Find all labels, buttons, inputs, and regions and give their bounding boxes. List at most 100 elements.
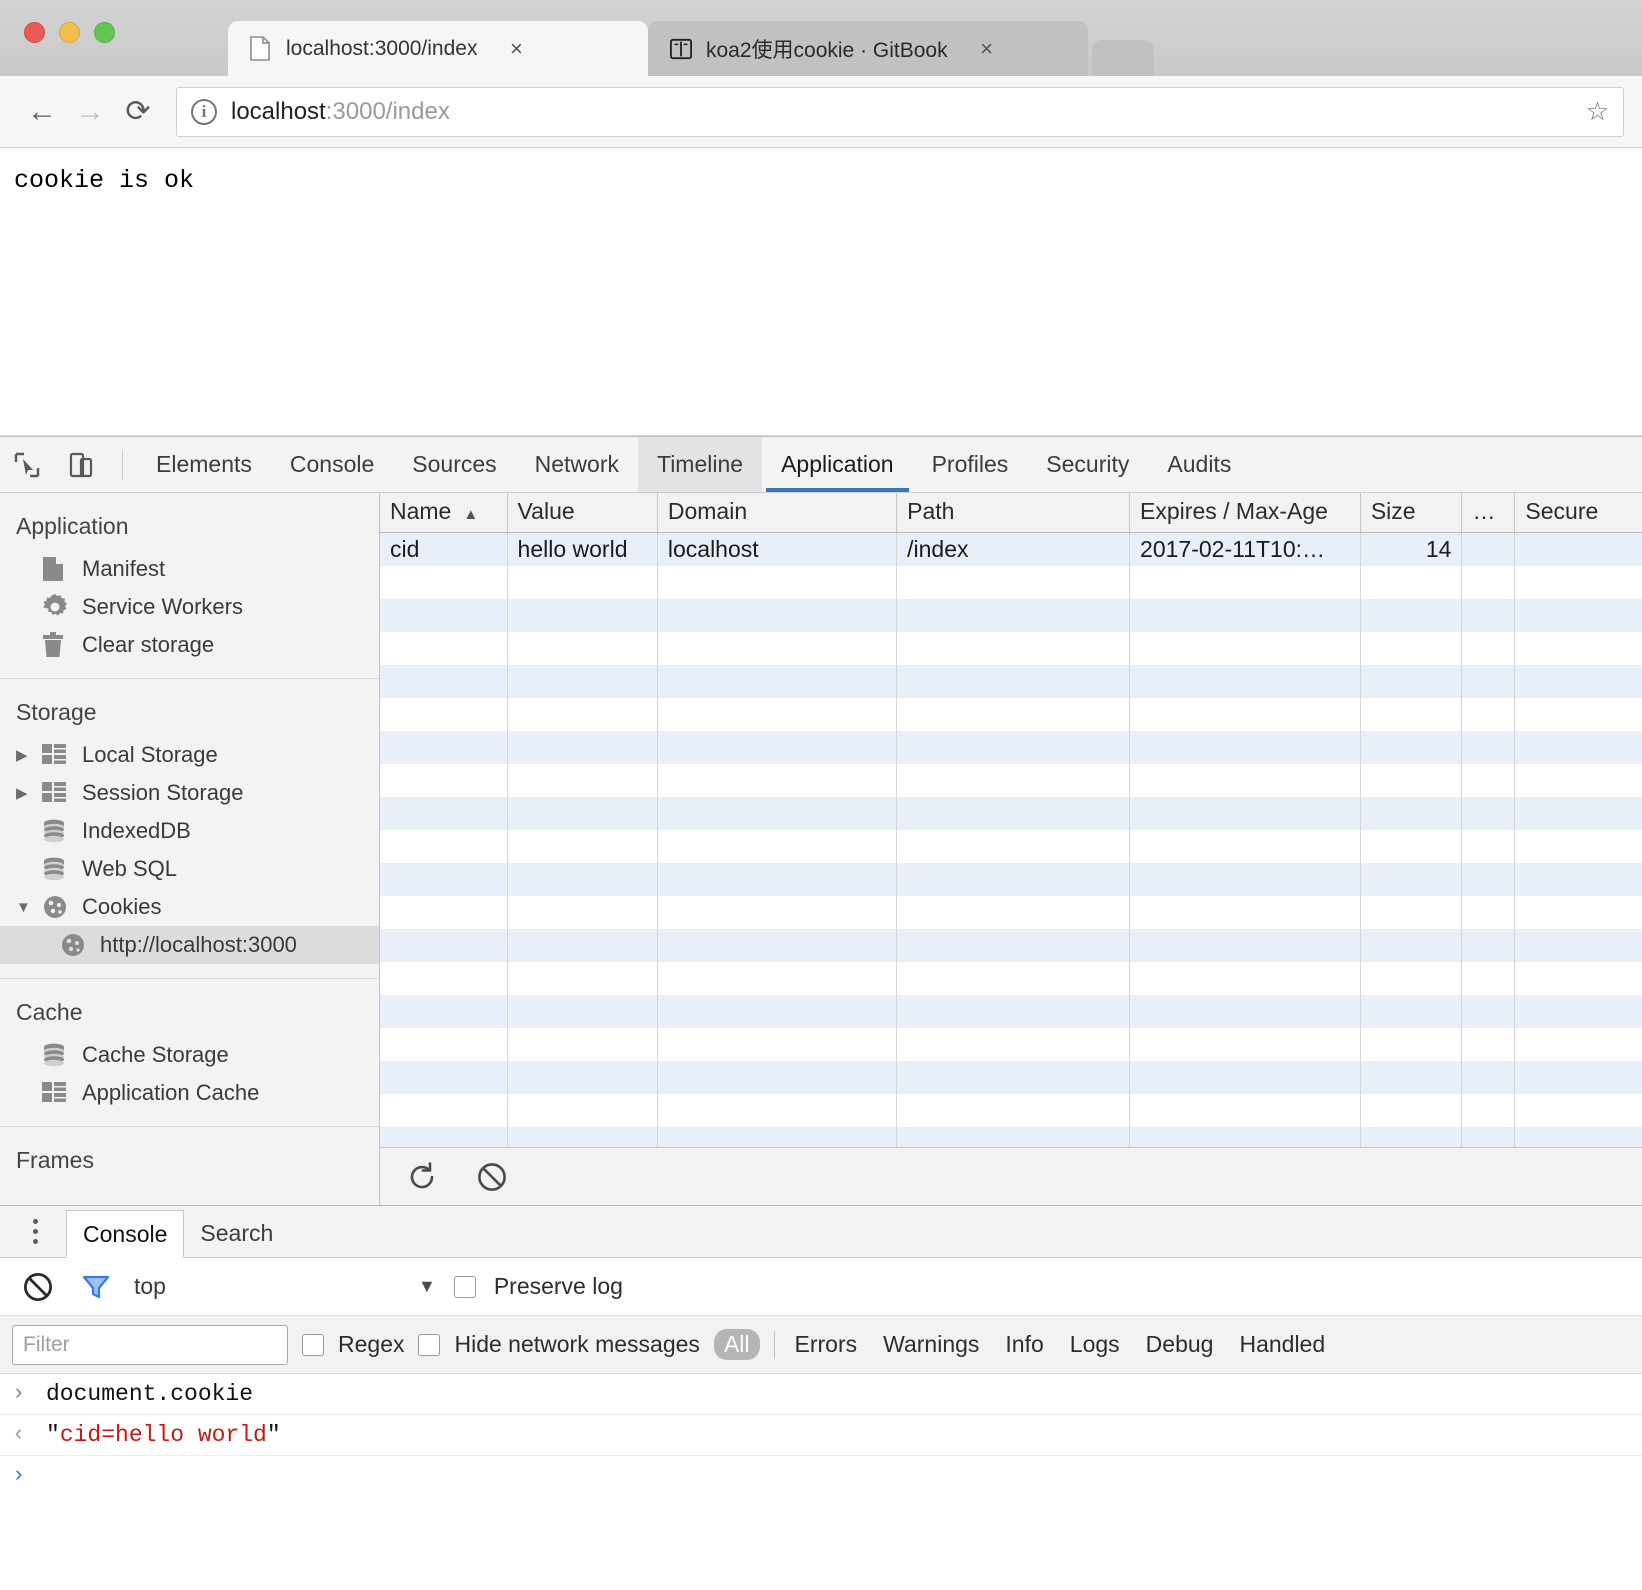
table-row-empty[interactable]	[380, 797, 1642, 830]
column-header-overflow[interactable]: …	[1461, 493, 1516, 533]
devtools-tab-network[interactable]: Network	[516, 437, 638, 492]
filter-icon[interactable]	[76, 1267, 116, 1307]
cell-empty	[657, 962, 898, 995]
sidebar-item-manifest[interactable]: ▶ Manifest	[0, 550, 379, 588]
table-row-empty[interactable]	[380, 566, 1642, 599]
devtools-tab-elements[interactable]: Elements	[137, 437, 271, 492]
level-filter-warnings[interactable]: Warnings	[877, 1329, 985, 1360]
level-filter-debug[interactable]: Debug	[1140, 1329, 1220, 1360]
console-input-line[interactable]: › document.cookie	[0, 1374, 1642, 1415]
preserve-log-label: Preserve log	[493, 1273, 623, 1299]
new-tab-button[interactable]	[1092, 40, 1154, 76]
filter-input[interactable]	[12, 1324, 288, 1365]
table-row-empty[interactable]	[380, 731, 1642, 764]
sidebar-item-web-sql[interactable]: ▶ Web SQL	[0, 850, 379, 888]
clear-console-icon[interactable]	[18, 1267, 58, 1307]
table-row-empty[interactable]	[380, 863, 1642, 896]
reload-button[interactable]: ⟳	[114, 88, 162, 136]
address-bar[interactable]: i localhost:3000/index ☆	[176, 86, 1624, 137]
info-icon[interactable]: i	[191, 98, 217, 125]
level-filter-all[interactable]: All	[713, 1329, 760, 1360]
table-row-empty[interactable]	[380, 665, 1642, 698]
column-header-name[interactable]: Name ▲	[380, 493, 508, 533]
sidebar-item-cache-storage[interactable]: ▶ Cache Storage	[0, 1036, 379, 1074]
hide-network-messages-checkbox[interactable]	[418, 1333, 441, 1356]
cookies-table-scroll[interactable]: Name ▲ Value Domain Path Expires / Max-Ag…	[380, 493, 1642, 1147]
column-header-value[interactable]: Value	[507, 493, 658, 533]
table-row-empty[interactable]	[380, 1061, 1642, 1094]
cell-secure	[1514, 532, 1642, 566]
browser-tab-2[interactable]: koa2使用cookie · GitBook ×	[648, 21, 1088, 76]
column-header-path[interactable]: Path	[896, 493, 1131, 533]
preserve-log-checkbox[interactable]	[453, 1275, 476, 1298]
disclosure-arrow-expanded-icon[interactable]: ▼	[16, 899, 42, 916]
column-header-size[interactable]: Size	[1360, 493, 1463, 533]
cell-empty	[1461, 698, 1516, 731]
sidebar-item-indexeddb[interactable]: ▶ IndexedDB	[0, 812, 379, 850]
column-header-secure[interactable]: Secure	[1514, 493, 1642, 533]
close-window-button[interactable]	[24, 22, 45, 43]
table-row-empty[interactable]	[380, 995, 1642, 1028]
chevron-down-icon[interactable]: ▼	[418, 1276, 436, 1297]
cell-empty	[896, 1028, 1131, 1061]
column-header-domain[interactable]: Domain	[657, 493, 898, 533]
console-prompt-line[interactable]: ›	[0, 1456, 1642, 1495]
table-row-empty[interactable]	[380, 632, 1642, 665]
devtools-tab-audits[interactable]: Audits	[1148, 437, 1250, 492]
cell-empty	[657, 731, 898, 764]
devtools-tab-timeline[interactable]: Timeline	[638, 437, 763, 492]
level-filter-handled[interactable]: Handled	[1233, 1329, 1331, 1360]
table-row-empty[interactable]	[380, 962, 1642, 995]
browser-tab-1[interactable]: localhost:3000/index ×	[228, 21, 648, 76]
sidebar-item-session-storage[interactable]: ▶ Session Storage	[0, 774, 379, 812]
disclosure-arrow-collapsed-icon[interactable]: ▶	[16, 784, 42, 802]
table-row-empty[interactable]	[380, 764, 1642, 797]
table-row-empty[interactable]	[380, 896, 1642, 929]
sidebar-item-cookies[interactable]: ▼ Cookies	[0, 888, 379, 926]
table-row-empty[interactable]	[380, 830, 1642, 863]
table-row-empty[interactable]	[380, 1094, 1642, 1127]
drawer-tab-console[interactable]: Console	[66, 1210, 185, 1258]
kebab-menu-icon[interactable]	[18, 1205, 52, 1257]
star-icon[interactable]: ☆	[1586, 96, 1609, 127]
close-tab-button[interactable]: ×	[974, 36, 1000, 62]
sidebar-item-application-cache[interactable]: ▶ Application Cache	[0, 1074, 379, 1112]
table-row-empty[interactable]	[380, 698, 1642, 731]
table-row-empty[interactable]	[380, 929, 1642, 962]
devtools-tab-application[interactable]: Application	[762, 437, 913, 492]
sidebar-item-service-workers[interactable]: ▶ Service Workers	[0, 588, 379, 626]
devtools-tab-profiles[interactable]: Profiles	[913, 437, 1028, 492]
minimize-window-button[interactable]	[59, 22, 80, 43]
refresh-icon[interactable]	[400, 1155, 444, 1199]
regex-checkbox[interactable]	[302, 1333, 324, 1356]
level-filter-logs[interactable]: Logs	[1064, 1329, 1126, 1360]
sidebar-item-local-storage[interactable]: ▶ Local Storage	[0, 736, 379, 774]
column-header-expires[interactable]: Expires / Max-Age	[1129, 493, 1361, 533]
table-row-empty[interactable]	[380, 599, 1642, 632]
disclosure-arrow-collapsed-icon[interactable]: ▶	[16, 746, 42, 764]
device-toolbar-icon[interactable]	[54, 437, 108, 492]
close-tab-button[interactable]: ×	[503, 36, 529, 62]
table-row-empty[interactable]	[380, 1127, 1642, 1147]
clear-icon[interactable]	[470, 1155, 514, 1199]
inspect-element-icon[interactable]	[0, 437, 54, 492]
table-row[interactable]: cid hello world localhost /index 2017-02…	[380, 532, 1642, 566]
cell-empty	[896, 896, 1131, 929]
level-filter-info[interactable]: Info	[999, 1329, 1049, 1360]
devtools-tab-console[interactable]: Console	[271, 437, 393, 492]
console-context-selector[interactable]: top	[134, 1273, 166, 1300]
cell-name: cid	[380, 532, 508, 566]
devtools-tab-sources[interactable]: Sources	[393, 437, 515, 492]
level-filter-errors[interactable]: Errors	[789, 1329, 864, 1360]
sidebar-item-clear-storage[interactable]: ▶ Clear storage	[0, 626, 379, 664]
devtools-tab-security[interactable]: Security	[1027, 437, 1148, 492]
forward-button[interactable]: →	[66, 88, 114, 136]
sidebar-item-label: Cache Storage	[82, 1042, 229, 1067]
back-button[interactable]: ←	[18, 88, 66, 136]
table-row-empty[interactable]	[380, 1028, 1642, 1061]
cell-overflow	[1461, 532, 1516, 566]
sidebar-item-label: Clear storage	[82, 632, 215, 657]
sidebar-item-cookie-origin[interactable]: http://localhost:3000	[0, 926, 379, 964]
maximize-window-button[interactable]	[94, 22, 115, 43]
drawer-tab-search[interactable]: Search	[184, 1209, 289, 1257]
